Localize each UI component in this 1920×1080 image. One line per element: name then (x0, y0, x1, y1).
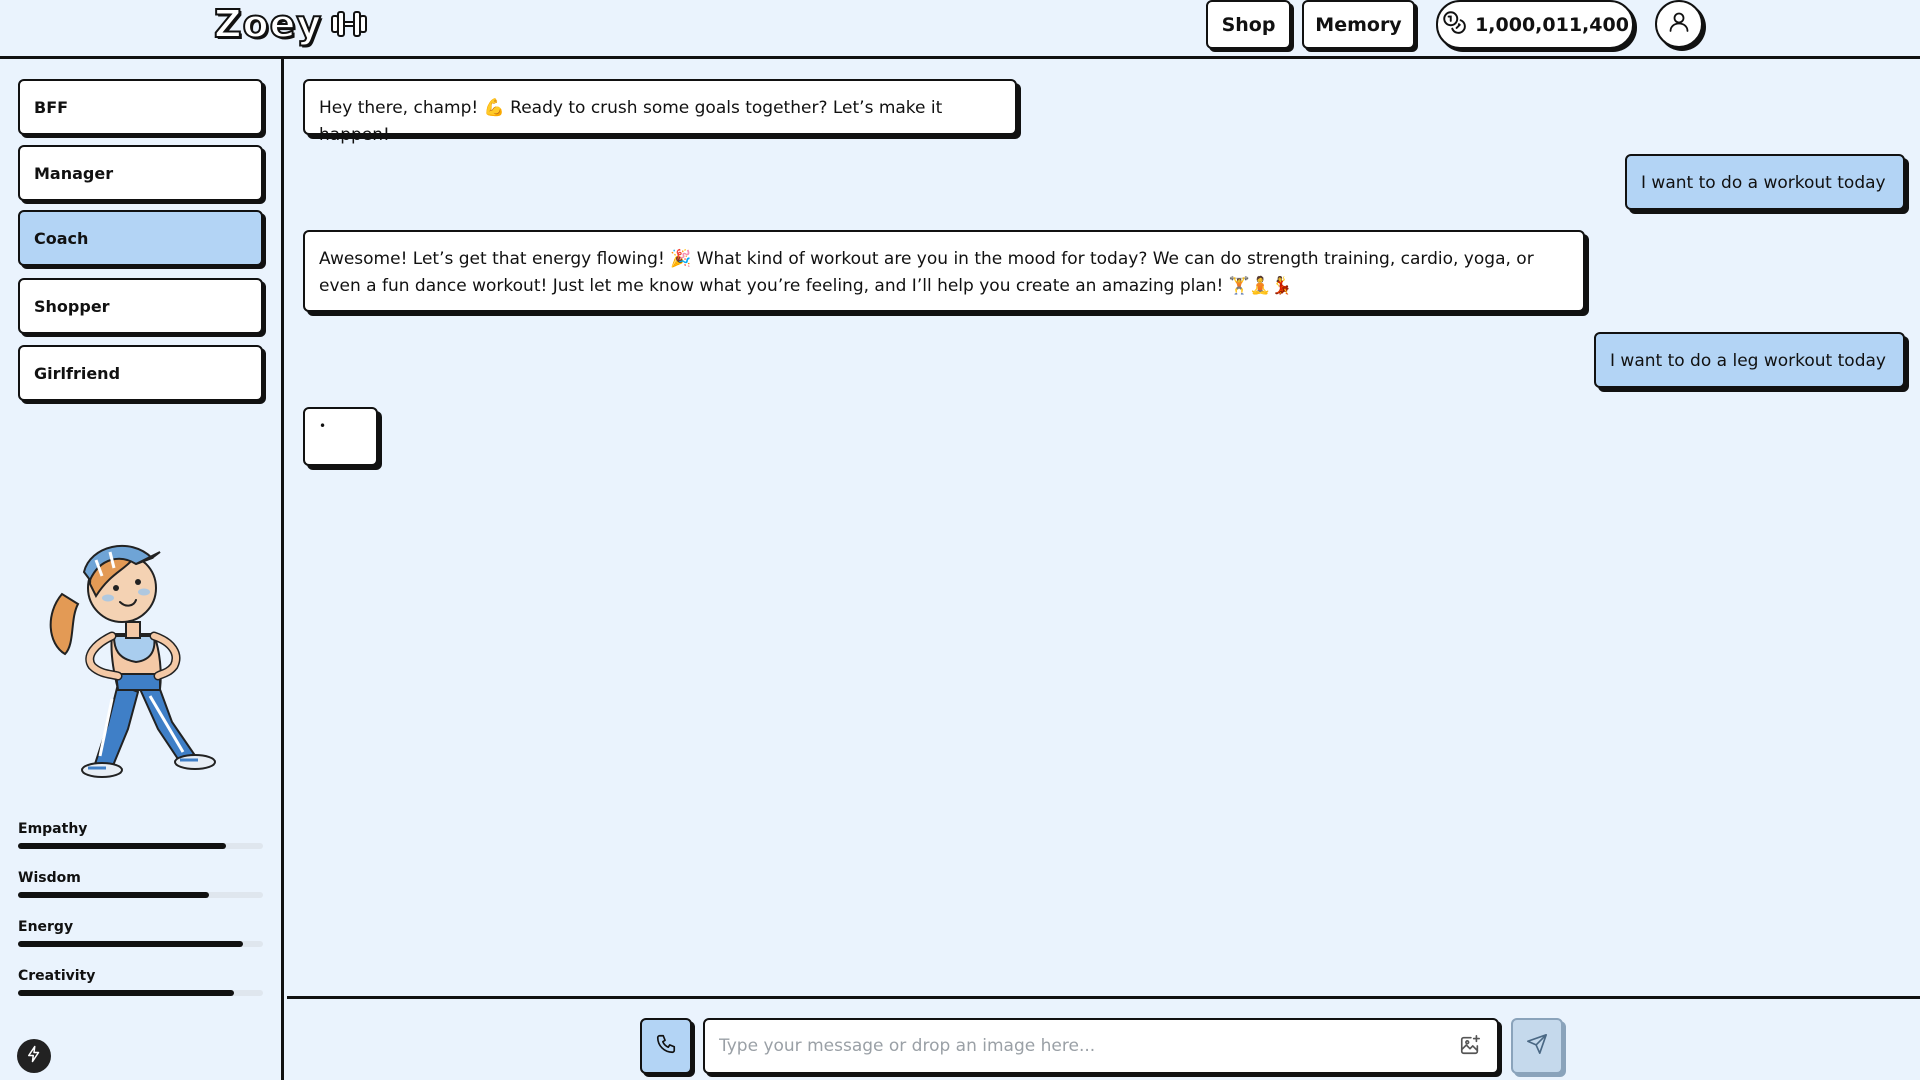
phone-icon (655, 1033, 677, 1059)
stat-bar-fill (18, 941, 244, 947)
app-logo[interactable]: Zoey (213, 1, 368, 47)
send-icon (1526, 1033, 1548, 1059)
persona-label: Coach (34, 228, 89, 248)
stat-bar-track (18, 941, 263, 947)
shop-button[interactable]: Shop (1206, 0, 1291, 49)
assistant-message: Hey there, champ! 💪 Ready to crush some … (303, 79, 1017, 145)
chat-thread: Hey there, champ! 💪 Ready to crush some … (287, 59, 1920, 996)
voice-call-button[interactable] (640, 1018, 692, 1074)
message-composer (287, 996, 1920, 1080)
stat-creativity: Creativity (18, 968, 263, 996)
user-message: I want to do a workout today (1625, 154, 1905, 210)
sidebar: BFF Manager Coach Shopper Girlfriend Emp… (0, 59, 284, 1080)
memory-button[interactable]: Memory (1302, 0, 1415, 49)
quick-action-button[interactable] (17, 1039, 51, 1073)
stat-wisdom: Wisdom (18, 870, 263, 898)
assistant-message: Awesome! Let’s get that energy flowing! … (303, 230, 1585, 312)
stat-label: Creativity (18, 968, 96, 984)
coins-balance-button[interactable]: 1,000,011,400 (1436, 0, 1634, 49)
profile-button[interactable] (1655, 0, 1703, 48)
stat-empathy: Empathy (18, 821, 263, 849)
user-icon (1667, 10, 1691, 38)
stat-bar-track (18, 843, 263, 849)
lightning-icon (25, 1045, 43, 1067)
coins-icon (1441, 9, 1467, 40)
user-message: I want to do a leg workout today (1594, 332, 1905, 388)
send-button[interactable] (1511, 1018, 1563, 1074)
typing-indicator: • (303, 407, 378, 466)
coach-mascot-illustration (40, 524, 240, 784)
persona-label: Manager (34, 163, 114, 183)
stat-bar-fill (18, 843, 227, 849)
stat-label: Empathy (18, 821, 88, 837)
stat-label: Wisdom (18, 870, 81, 886)
dumbbell-icon (330, 9, 368, 39)
memory-button-label: Memory (1315, 13, 1402, 36)
stat-bar-fill (18, 990, 234, 996)
persona-manager[interactable]: Manager (18, 145, 263, 201)
stat-label: Energy (18, 919, 74, 935)
stat-bar-fill (18, 892, 210, 898)
stat-energy: Energy (18, 919, 263, 947)
stat-bar-track (18, 892, 263, 898)
attach-image-button[interactable] (1457, 1034, 1483, 1060)
shop-button-label: Shop (1221, 13, 1276, 36)
persona-coach[interactable]: Coach (18, 210, 263, 266)
message-input[interactable] (703, 1018, 1499, 1074)
image-add-icon (1459, 1034, 1481, 1060)
coins-count: 1,000,011,400 (1475, 13, 1629, 36)
persona-girlfriend[interactable]: Girlfriend (18, 345, 263, 401)
persona-bff[interactable]: BFF (18, 79, 263, 135)
top-bar: Zoey Shop Memory 1,000,011,400 (0, 0, 1920, 59)
persona-shopper[interactable]: Shopper (18, 278, 263, 334)
persona-label: Shopper (34, 296, 110, 316)
persona-label: BFF (34, 97, 69, 117)
persona-label: Girlfriend (34, 363, 121, 383)
stat-bar-track (18, 990, 263, 996)
logo-text: Zoey (213, 1, 323, 47)
